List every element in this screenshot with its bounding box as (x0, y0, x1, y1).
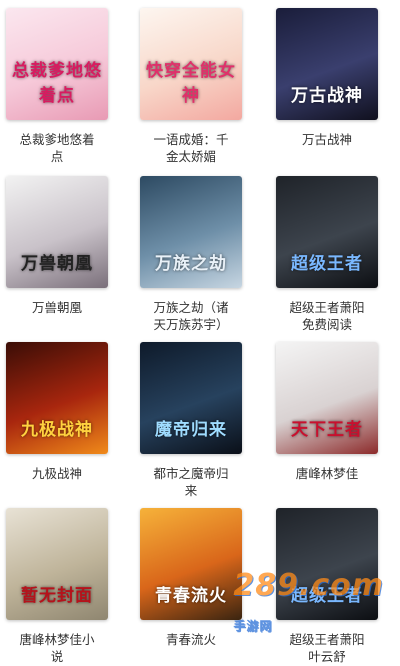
book-cover[interactable]: 总裁爹地悠着点 (6, 8, 108, 120)
cover-title: 万族之劫 (155, 254, 227, 274)
book-title[interactable]: 总裁爹地悠着点 (0, 132, 114, 166)
book-cover[interactable]: 万兽朝凰 (6, 176, 108, 288)
book-title[interactable]: 唐峰林梦佳 (270, 466, 384, 483)
cover-title: 万兽朝凰 (21, 254, 93, 274)
watermark-sub: 手游网 (233, 619, 273, 633)
cover-title: 万古战神 (291, 86, 363, 106)
cover-title: 魔帝归来 (155, 420, 227, 440)
site-watermark: 289.com 手游网 (233, 568, 384, 638)
book-title[interactable]: 都市之魔帝归来 (134, 466, 248, 500)
book-grid: 总裁爹地悠着点 总裁爹地悠着点快穿全能女神 一语成婚：千 金太娇媚 万古战神 万古战神 万兽… (0, 0, 400, 666)
book-title[interactable]: 万族之劫（诸 天万族苏宇） (134, 300, 248, 334)
cover-title: 暂无封面 (21, 586, 93, 606)
cover-title: 青春流火 (155, 586, 227, 606)
book-title[interactable]: 青春流火 (134, 632, 248, 649)
book-title[interactable]: 一语成婚：千 金太娇媚 (134, 132, 248, 166)
watermark-text: 289.com (233, 568, 384, 603)
book-title[interactable]: 唐峰林梦佳小说 (0, 632, 114, 666)
book-title[interactable]: 超级王者萧阳 免费阅读 (270, 300, 384, 334)
book-cover[interactable]: 暂无封面 (6, 508, 108, 620)
book-cover[interactable]: 天下王者 (276, 342, 378, 454)
cover-title: 快穿全能女神 (146, 61, 236, 106)
cover-title: 天下王者 (291, 420, 363, 440)
book-title[interactable]: 九极战神 (0, 466, 114, 483)
book-title[interactable]: 万兽朝凰 (0, 300, 114, 317)
book-cover[interactable]: 九极战神 (6, 342, 108, 454)
book-cover[interactable]: 万古战神 (276, 8, 378, 120)
book-cover[interactable]: 万族之劫 (140, 176, 242, 288)
cover-title: 九极战神 (21, 420, 93, 440)
cover-title: 总裁爹地悠着点 (12, 61, 102, 106)
book-cover[interactable]: 超级王者 (276, 176, 378, 288)
book-cover[interactable]: 青春流火 (140, 508, 242, 620)
book-cover[interactable]: 魔帝归来 (140, 342, 242, 454)
cover-title: 超级王者 (291, 254, 363, 274)
book-cover[interactable]: 快穿全能女神 (140, 8, 242, 120)
book-title[interactable]: 万古战神 (270, 132, 384, 149)
